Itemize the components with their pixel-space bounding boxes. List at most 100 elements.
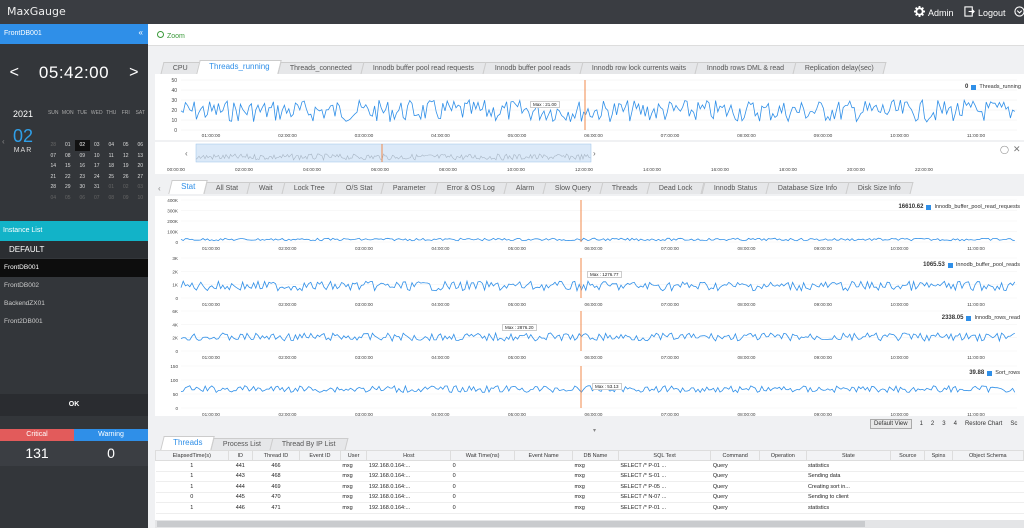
calendar-day[interactable]: 06 (133, 140, 148, 151)
calendar-day[interactable]: 19 (119, 161, 134, 172)
column-header[interactable]: SQL Text (617, 450, 712, 461)
calendar-day[interactable]: 28 (46, 140, 61, 151)
stat-legend[interactable]: 2338.05 Innodb_rows_read (942, 315, 1020, 321)
calendar-day[interactable]: 30 (75, 182, 90, 193)
tab-replication-delay-sec-[interactable]: Replication delay(sec) (792, 62, 887, 74)
navigator-reset-icon[interactable]: ◯ (1000, 145, 1009, 154)
tab-innodb-buffer-pool-read-requests[interactable]: Innodb buffer pool read requests (360, 62, 487, 74)
tab-o-s-stat[interactable]: O/S Stat (333, 182, 385, 194)
calendar-day[interactable]: 29 (61, 182, 76, 193)
calendar-day[interactable]: 27 (133, 172, 148, 183)
logout-button[interactable]: Logout (964, 6, 1006, 19)
calendar-day[interactable]: 07 (46, 151, 61, 162)
collapse-sidebar-button[interactable]: « (139, 28, 143, 37)
column-header[interactable]: ID (227, 450, 253, 461)
calendar-day[interactable]: 05 (61, 193, 76, 204)
horizontal-scrollbar[interactable] (155, 520, 1024, 528)
calendar-day[interactable]: 16 (75, 161, 90, 172)
calendar-day[interactable]: 05 (119, 140, 134, 151)
calendar-day[interactable]: 12 (119, 151, 134, 162)
calendar-day[interactable]: 17 (90, 161, 105, 172)
calendar-day[interactable]: 21 (46, 172, 61, 183)
column-header[interactable]: Wait Time(ns) (450, 450, 516, 461)
instance-item[interactable]: BackendZX01 (0, 295, 148, 313)
calendar-day[interactable]: 20 (133, 161, 148, 172)
tab-innodb-status[interactable]: Innodb Status (701, 182, 770, 194)
calendar-day[interactable]: 03 (133, 182, 148, 193)
view-page-3[interactable]: 3 (942, 421, 945, 427)
stat-legend[interactable]: 16610.62 Innodb_buffer_pool_read_requests (898, 204, 1020, 210)
column-header[interactable]: Command (710, 450, 761, 461)
calendar-day[interactable]: 25 (104, 172, 119, 183)
view-page-2[interactable]: 2 (931, 421, 934, 427)
tab-all-stat[interactable]: All Stat (203, 182, 251, 194)
calendar-day[interactable]: 09 (119, 193, 134, 204)
tab-threads-connected[interactable]: Threads_connected (277, 62, 365, 74)
view-page-4[interactable]: 4 (954, 421, 957, 427)
table-row[interactable]: 1 443 468 mxg 192.168.0.164:... 0 mxg SELECT /*… (155, 471, 1024, 482)
instance-group-default[interactable]: DEFAULT (0, 241, 148, 258)
tab-disk-size-info[interactable]: Disk Size Info (845, 182, 914, 194)
calendar-day[interactable]: 26 (119, 172, 134, 183)
calendar-day[interactable]: 02 (119, 182, 134, 193)
tab-threads-running[interactable]: Threads_running (196, 60, 283, 74)
column-header[interactable]: Operation (759, 450, 807, 461)
tab-innodb-rows-dml-read[interactable]: Innodb rows DML & read (694, 62, 797, 74)
table-row[interactable]: 1 444 469 mxg 192.168.0.164:... 0 mxg SELECT /*… (155, 481, 1024, 493)
stat-legend[interactable]: 1065.53 Innodb_buffer_pool_reads (923, 262, 1020, 268)
tab-threads[interactable]: Threads (160, 436, 216, 450)
tab-error-os-log[interactable]: Error & OS Log (434, 182, 508, 194)
calendar-day[interactable]: 01 (61, 140, 76, 151)
table-row[interactable]: 1 441 466 mxg 192.168.0.164:... 0 mxg SELECT /*… (155, 460, 1024, 472)
calendar-day[interactable]: 01 (104, 182, 119, 193)
tab-wait[interactable]: Wait (246, 182, 286, 194)
tab-slow-query[interactable]: Slow Query (542, 182, 604, 194)
calendar-day[interactable]: 02 (75, 140, 90, 151)
zoom-toggle[interactable]: Zoom (157, 31, 185, 40)
column-header[interactable]: User (339, 450, 368, 461)
calendar-day[interactable]: 11 (104, 151, 119, 162)
calendar-day[interactable]: 03 (90, 140, 105, 151)
instance-item[interactable]: Front2DB001 (0, 313, 148, 331)
view-extra-button[interactable]: Sc (1010, 421, 1017, 427)
next-time-button[interactable]: > (129, 64, 138, 82)
table-row[interactable]: 0 445 470 mxg 192.168.0.164:... 0 mxg SELECT /*… (155, 492, 1024, 503)
view-page-1[interactable]: 1 (920, 421, 923, 427)
threads-running-legend[interactable]: 0 Threads_running (965, 84, 1021, 90)
column-header[interactable]: Host (366, 450, 452, 461)
tab-parameter[interactable]: Parameter (380, 182, 439, 194)
column-header[interactable]: DB Name (571, 450, 619, 461)
calendar-day[interactable]: 24 (90, 172, 105, 183)
instance-item[interactable]: FrontDB002 (0, 277, 148, 295)
calendar-day[interactable]: 22 (61, 172, 76, 183)
stat-tabs-scroll-left[interactable]: ‹ (158, 184, 161, 193)
column-header[interactable]: Source (890, 450, 926, 461)
calendar-day[interactable]: 14 (46, 161, 61, 172)
warning-count[interactable]: 0 (74, 441, 148, 466)
calendar-day[interactable]: 18 (104, 161, 119, 172)
calendar-day[interactable]: 04 (46, 193, 61, 204)
column-header[interactable]: Event Name (514, 450, 573, 461)
calendar-day[interactable]: 10 (90, 151, 105, 162)
instance-item[interactable]: FrontDB001 (0, 259, 148, 277)
calendar-day[interactable]: 08 (61, 151, 76, 162)
admin-button[interactable]: Admin (914, 6, 954, 19)
calendar-day[interactable]: 07 (90, 193, 105, 204)
tab-innodb-buffer-pool-reads[interactable]: Innodb buffer pool reads (482, 62, 584, 74)
tab-threads[interactable]: Threads (599, 182, 651, 194)
tab-thread-by-ip-list[interactable]: Thread By IP List (269, 438, 349, 450)
tab-stat[interactable]: Stat (168, 180, 208, 194)
tab-alarm[interactable]: Alarm (503, 182, 547, 194)
default-view-button[interactable]: Default View (870, 419, 912, 429)
calendar-day[interactable]: 13 (133, 151, 148, 162)
split-handle-icon[interactable]: ▾ (593, 427, 596, 434)
table-row[interactable]: 1 446 471 mxg 192.168.0.164:... 0 mxg SELECT /*… (155, 502, 1024, 514)
column-header[interactable]: Spins (924, 450, 953, 461)
calendar-day[interactable]: 04 (104, 140, 119, 151)
column-header[interactable]: Event ID (299, 450, 341, 461)
calendar-day[interactable]: 23 (75, 172, 90, 183)
tab-process-list[interactable]: Process List (210, 438, 274, 450)
tab-database-size-info[interactable]: Database Size Info (765, 182, 850, 194)
calendar-day[interactable]: 10 (133, 193, 148, 204)
calendar-day[interactable]: 31 (90, 182, 105, 193)
